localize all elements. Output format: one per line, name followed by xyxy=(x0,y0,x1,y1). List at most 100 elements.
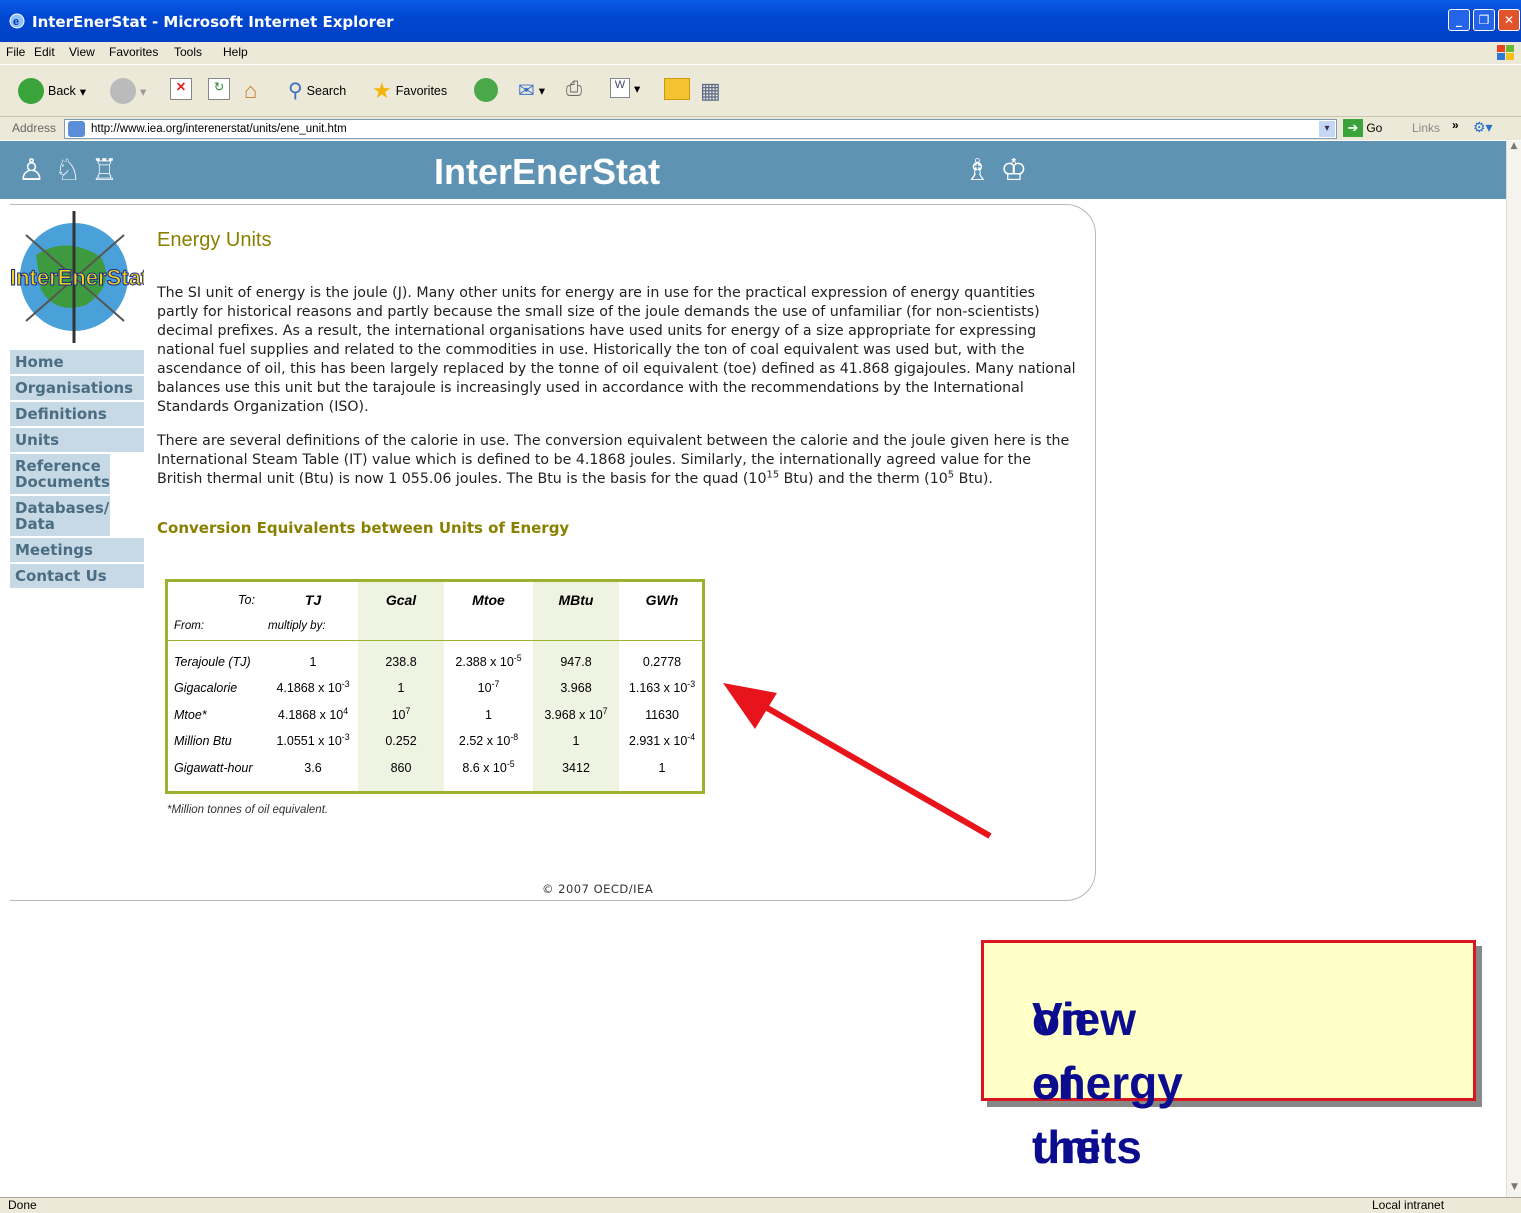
search-button[interactable]: ⚲ Search xyxy=(288,78,346,103)
scroll-down-icon[interactable]: ▼ xyxy=(1507,1182,1521,1197)
row-label: Gigacalorie xyxy=(174,681,238,695)
table-cell: 11630 xyxy=(645,708,679,722)
mail-icon: ✉ xyxy=(518,80,535,102)
history-button[interactable] xyxy=(474,78,498,102)
nav-organisations[interactable]: Organisations xyxy=(10,376,144,402)
forward-button[interactable]: ▾ xyxy=(110,78,146,104)
folder-icon xyxy=(664,78,690,100)
vertical-scrollbar[interactable]: ▲ ▼ xyxy=(1506,141,1521,1197)
toolbar: Back ▾ ▾ ✕ ↻ ⌂ ⚲ Search ★ Favorites ✉ ▾ ⎙ W ▾… xyxy=(0,64,1521,116)
paragraph-joule: The SI unit of energy is the joule (J). … xyxy=(157,285,1076,415)
column-header-gwh: GWh xyxy=(645,592,679,608)
close-button[interactable]: ✕ xyxy=(1498,9,1520,31)
table-cell: 3.968 xyxy=(560,681,592,695)
row-label: Gigawatt-hour xyxy=(174,761,253,775)
back-dropdown-icon: ▾ xyxy=(79,84,87,99)
messenger-icon[interactable]: ⚙▾ xyxy=(1473,119,1493,136)
home-button[interactable]: ⌂ xyxy=(244,78,257,104)
main-content: Energy Units The SI unit of energy is th… xyxy=(157,230,1077,544)
table-cell: 3412 xyxy=(562,761,590,775)
windows-flag-icon xyxy=(1497,45,1514,60)
nav-meetings[interactable]: Meetings xyxy=(10,538,144,564)
research-button[interactable]: ▦ xyxy=(700,78,721,104)
header-divider xyxy=(168,640,702,641)
title-bar: e InterEnerStat - Microsoft Internet Exp… xyxy=(0,0,1521,42)
table-cell: 1 xyxy=(309,655,317,669)
stop-icon: ✕ xyxy=(170,78,192,100)
table-cell: 2.52 x 10-8 xyxy=(458,731,519,748)
restore-button[interactable]: ❐ xyxy=(1473,9,1495,31)
word-icon: W xyxy=(610,78,630,98)
status-bar: Done Local intranet xyxy=(0,1197,1521,1213)
menu-bar: File Edit View Favorites Tools Help xyxy=(0,42,1521,64)
nav-home[interactable]: Home xyxy=(10,350,144,376)
edit-button[interactable]: W ▾ xyxy=(610,78,640,98)
menu-tools[interactable]: Tools xyxy=(174,45,202,59)
table-cell: 3.6 xyxy=(304,761,322,775)
status-text: Done xyxy=(8,1198,37,1212)
print-button[interactable]: ⎙ xyxy=(566,78,582,101)
nav-reference-documents[interactable]: Reference Documents xyxy=(10,454,110,496)
table-heading: Conversion Equivalents between Units of … xyxy=(157,519,570,537)
table-cell: 107 xyxy=(391,705,411,722)
menu-help[interactable]: Help xyxy=(223,45,248,59)
table-cell: 1 xyxy=(397,681,405,695)
svg-text:InterEnerStat: InterEnerStat xyxy=(10,265,144,290)
links-chevron-icon[interactable]: » xyxy=(1452,118,1459,132)
page-icon xyxy=(68,121,85,137)
favorites-label: Favorites xyxy=(395,84,448,98)
from-label: From: xyxy=(174,620,205,632)
browser-window: e InterEnerStat - Microsoft Internet Exp… xyxy=(0,0,1521,1213)
address-dropdown-icon[interactable]: ▾ xyxy=(1319,121,1335,137)
minimize-button[interactable]: _ xyxy=(1448,9,1470,31)
research-icon: ▦ xyxy=(700,78,721,103)
address-bar: Address http://www.iea.org/interenerstat… xyxy=(0,116,1521,140)
callout-box: View of the pageon energy units xyxy=(981,940,1476,1197)
table-cell: 0.252 xyxy=(385,734,417,748)
discuss-button[interactable] xyxy=(664,78,690,100)
search-label: Search xyxy=(306,83,347,98)
search-icon: ⚲ xyxy=(288,80,303,102)
refresh-icon: ↻ xyxy=(208,78,230,100)
site-banner: ♙ ♘ ♖ InterEnerStat ♗ ♔ xyxy=(0,141,1506,199)
mail-button[interactable]: ✉ ▾ xyxy=(518,78,545,103)
menu-edit[interactable]: Edit xyxy=(34,45,55,59)
footnote: *Million tonnes of oil equivalent. xyxy=(167,804,329,816)
go-button[interactable]: ➔ Go xyxy=(1343,119,1382,137)
nav-units[interactable]: Units xyxy=(10,428,144,454)
column-header-mtoe: Mtoe xyxy=(472,592,505,608)
row-label: Terajoule (TJ) xyxy=(174,655,251,669)
table-cell: 4.1868 x 104 xyxy=(277,705,349,722)
address-input[interactable]: http://www.iea.org/interenerstat/units/e… xyxy=(64,119,1337,139)
nav-contact-us[interactable]: Contact Us xyxy=(10,564,144,590)
nav-databases-data[interactable]: Databases/ Data xyxy=(10,496,110,538)
favorites-button[interactable]: ★ Favorites xyxy=(372,78,447,104)
menu-file[interactable]: File xyxy=(6,45,25,59)
menu-view[interactable]: View xyxy=(69,45,95,59)
table-cell: 860 xyxy=(390,761,412,775)
multiply-label: multiply by: xyxy=(268,620,326,632)
scroll-up-icon[interactable]: ▲ xyxy=(1507,141,1521,156)
red-arrow xyxy=(723,683,992,839)
site-title: InterEnerStat xyxy=(434,151,661,192)
nav-definitions[interactable]: Definitions xyxy=(10,402,144,428)
address-label: Address xyxy=(12,121,57,135)
table-cell: 1.163 x 10-3 xyxy=(628,678,696,695)
row-label: Million Btu xyxy=(174,734,232,748)
column-header-tj: TJ xyxy=(304,592,322,608)
copyright: © 2007 OECD/IEA xyxy=(542,882,654,896)
mail-dropdown-icon: ▾ xyxy=(538,84,546,98)
table-cell: 8.6 x 10-5 xyxy=(462,758,515,775)
refresh-button[interactable]: ↻ xyxy=(208,78,230,100)
links-label[interactable]: Links xyxy=(1412,121,1440,135)
table-cell: 1 xyxy=(485,708,492,722)
back-button[interactable]: Back ▾ xyxy=(18,78,86,104)
zone-text: Local intranet xyxy=(1372,1198,1445,1212)
sidebar-nav: Home Organisations Definitions Units Ref… xyxy=(10,350,144,590)
row-label: Mtoe* xyxy=(174,708,207,722)
worker-figures-left-icon: ♙ ♘ ♖ xyxy=(18,153,118,188)
web-page: ♙ ♘ ♖ InterEnerStat ♗ ♔ InterEnerStat Ho… xyxy=(0,141,1506,1197)
address-url: http://www.iea.org/interenerstat/units/e… xyxy=(91,123,347,135)
menu-favorites[interactable]: Favorites xyxy=(109,45,158,59)
stop-button[interactable]: ✕ xyxy=(170,78,192,100)
